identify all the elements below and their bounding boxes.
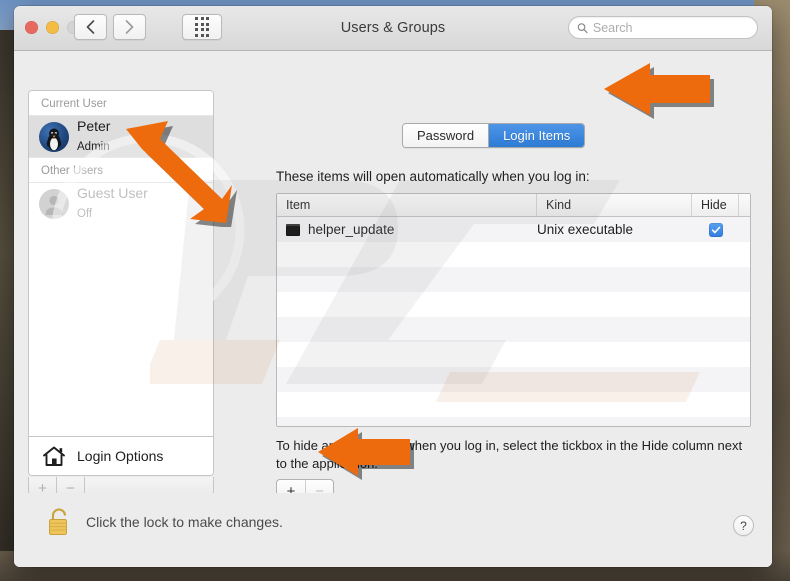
login-options-label: Login Options: [77, 448, 164, 464]
current-user-header: Current User: [29, 91, 213, 116]
users-sidebar: Current User Peter Admin Other Users Gue…: [28, 90, 214, 476]
pane-tabs: Password Login Items: [402, 123, 586, 148]
tab-login-items[interactable]: Login Items: [488, 124, 585, 147]
table-row-empty: [277, 392, 750, 417]
window-footer: Click the lock to make changes. ?: [14, 493, 772, 567]
users-list: Current User Peter Admin Other Users Gue…: [29, 91, 213, 438]
users-and-groups-window: Users & Groups Current User: [14, 6, 772, 567]
window-body: Current User Peter Admin Other Users Gue…: [14, 51, 772, 567]
table-row-empty: [277, 417, 750, 426]
column-header-kind[interactable]: Kind: [537, 194, 692, 216]
lock-area[interactable]: Click the lock to make changes.: [46, 506, 283, 538]
search-field[interactable]: [568, 16, 758, 39]
column-header-spacer: [739, 194, 750, 216]
sidebar-item-peter-role: Admin: [77, 140, 110, 153]
table-cell-item: helper_update: [277, 222, 537, 237]
help-button[interactable]: ?: [733, 515, 754, 536]
sidebar-item-login-options[interactable]: Login Options: [29, 436, 213, 475]
table-cell-hide: [692, 222, 739, 237]
guest-avatar-icon: [39, 188, 69, 219]
sidebar-item-peter-meta: Peter Admin: [77, 118, 110, 155]
login-items-table: Item Kind Hide helper_update Unix execut…: [276, 193, 751, 427]
table-cell-item-label: helper_update: [308, 222, 395, 237]
sidebar-item-peter[interactable]: Peter Admin: [29, 116, 213, 157]
lock-icon[interactable]: [46, 506, 72, 538]
table-row-empty: [277, 317, 750, 342]
other-users-header: Other Users: [29, 157, 213, 183]
search-icon: [577, 22, 588, 33]
column-header-hide[interactable]: Hide: [692, 194, 739, 216]
table-row-empty: [277, 367, 750, 392]
table-row-empty: [277, 292, 750, 317]
table-row-empty: [277, 342, 750, 367]
table-row-empty: [277, 267, 750, 292]
column-header-item[interactable]: Item: [277, 194, 537, 216]
table-header-row: Item Kind Hide: [277, 194, 750, 217]
unix-executable-icon: [286, 223, 300, 236]
hide-column-hint: To hide an application when you log in, …: [276, 438, 743, 471]
login-items-pane: Password Login Items These items will op…: [252, 73, 758, 535]
sidebar-item-guest-meta: Guest User Off: [77, 185, 148, 222]
lock-message: Click the lock to make changes.: [86, 514, 283, 530]
window-titlebar: Users & Groups: [14, 6, 772, 51]
penguin-avatar-icon: [39, 121, 69, 152]
table-cell-kind: Unix executable: [537, 222, 634, 237]
sidebar-item-guest-name: Guest User: [77, 185, 148, 202]
sidebar-item-guest-user[interactable]: Guest User Off: [29, 183, 213, 224]
tab-password[interactable]: Password: [403, 124, 489, 147]
sidebar-item-peter-name: Peter: [77, 118, 111, 135]
search-input[interactable]: [592, 20, 749, 35]
sidebar-item-guest-role: Off: [77, 207, 93, 220]
pane-description: These items will open automatically when…: [276, 169, 590, 184]
checkmark-icon: [711, 226, 720, 233]
house-icon: [43, 446, 65, 466]
table-row[interactable]: helper_update Unix executable: [277, 217, 750, 242]
table-row-empty: [277, 242, 750, 267]
hide-checkbox[interactable]: [708, 222, 723, 237]
